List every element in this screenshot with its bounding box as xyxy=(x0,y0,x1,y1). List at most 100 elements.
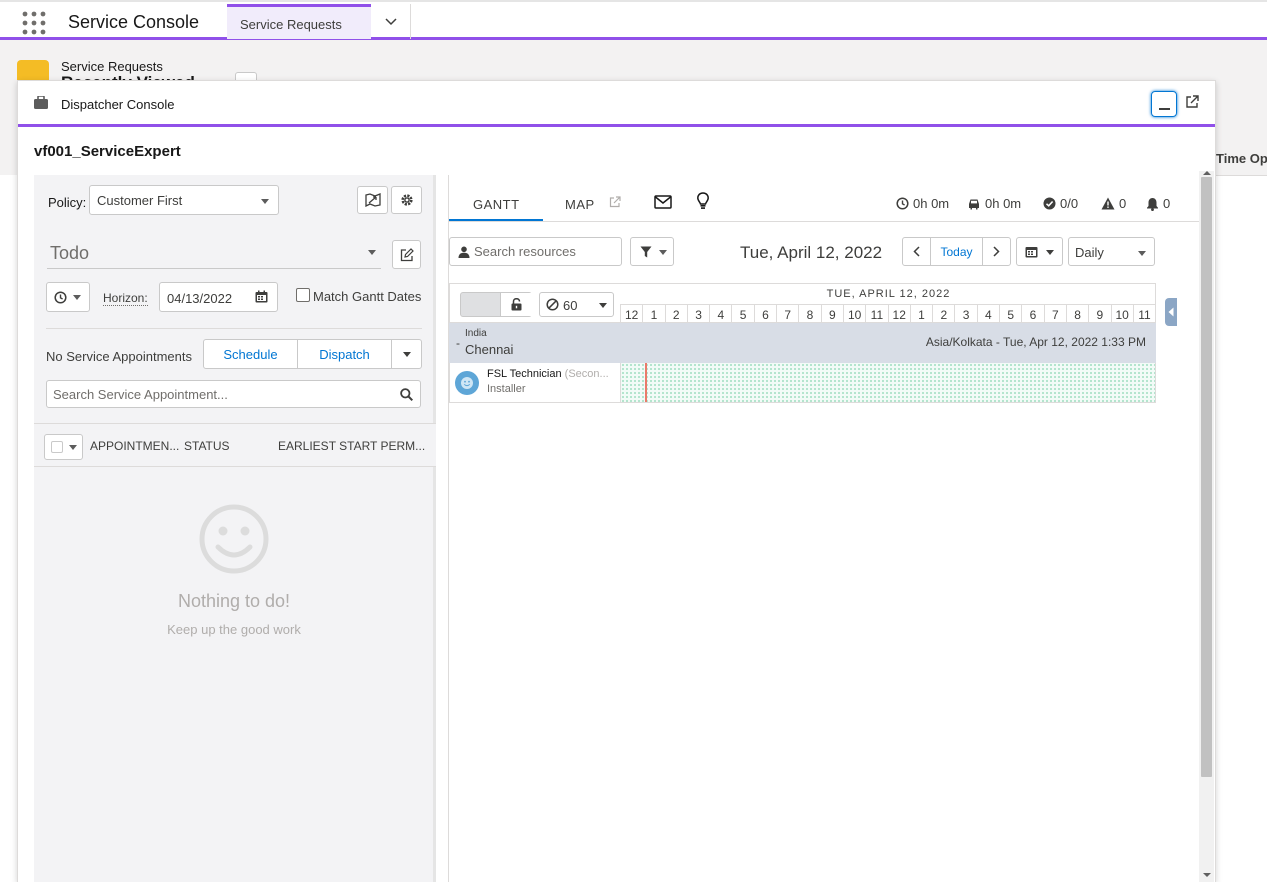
lock-button[interactable] xyxy=(500,293,532,316)
resource-row[interactable]: FSL Technician (Secon... Installer xyxy=(449,363,1156,403)
hour-label: 8 xyxy=(799,305,822,323)
gear-icon xyxy=(400,194,413,206)
hour-label: 2 xyxy=(666,305,688,323)
zoom-value: 60 xyxy=(563,298,578,313)
console-title: vf001_ServiceExpert xyxy=(34,143,181,160)
resource-timeline[interactable] xyxy=(620,363,1155,402)
background-list-column xyxy=(1213,140,1267,882)
action-button-group: Schedule Dispatch xyxy=(203,339,422,369)
gantt-day-label: TUE, APRIL 12, 2022 xyxy=(826,288,951,300)
avatar[interactable] xyxy=(455,371,479,395)
horizon-date-input[interactable]: 04/13/2022 xyxy=(159,282,278,312)
stat-completed: 0/0 xyxy=(1043,196,1078,211)
stat-rule-violations-value: 0 xyxy=(1119,196,1127,211)
minimize-button[interactable] xyxy=(1151,91,1177,117)
schedule-button[interactable]: Schedule xyxy=(204,340,298,368)
today-button[interactable]: Today xyxy=(931,245,982,259)
caret-down-icon xyxy=(403,352,411,357)
region-group-row[interactable]: - India Chennai Asia/Kolkata - Tue, Apr … xyxy=(449,323,1156,363)
hour-label: 3 xyxy=(955,305,978,323)
email-icon[interactable] xyxy=(654,195,672,209)
select-all-checkbox[interactable] xyxy=(44,434,83,460)
next-day-button[interactable] xyxy=(982,238,1010,265)
tab-map[interactable]: MAP xyxy=(565,197,595,212)
scroll-up-arrow-icon[interactable] xyxy=(1203,171,1211,175)
hour-label: 9 xyxy=(822,305,844,323)
check-circle-icon xyxy=(1043,197,1056,210)
resource-search-input[interactable]: Search resources xyxy=(449,237,622,266)
region-timezone: Asia/Kolkata - Tue, Apr 12, 2022 1:33 PM xyxy=(925,335,1146,349)
block-icon xyxy=(546,298,559,311)
map-policy-button[interactable] xyxy=(357,186,388,214)
previous-day-button[interactable] xyxy=(903,238,931,265)
vertical-scrollbar[interactable] xyxy=(1199,171,1214,882)
caret-down-icon xyxy=(1046,250,1054,255)
gantt-view-select[interactable]: Daily xyxy=(1068,237,1155,266)
collapse-side-panel-button[interactable] xyxy=(1165,298,1177,326)
column-header-appointment[interactable]: APPOINTMEN... xyxy=(90,439,179,453)
hour-label: 5 xyxy=(1000,305,1023,323)
tab-gantt[interactable]: GANTT xyxy=(473,197,520,212)
match-gantt-dates-label: Match Gantt Dates xyxy=(313,289,422,304)
date-picker-button[interactable] xyxy=(1016,237,1063,266)
user-icon xyxy=(458,246,470,258)
appointment-count-text: No Service Appointments xyxy=(46,349,192,364)
match-gantt-dates-checkbox[interactable] xyxy=(296,288,310,302)
stat-scheduled-time-value: 0h 0m xyxy=(913,196,950,211)
divider xyxy=(46,328,422,329)
hour-label: 12 xyxy=(889,305,911,323)
list-filter-select[interactable]: Todo xyxy=(47,235,381,269)
external-link-icon[interactable] xyxy=(609,196,621,208)
hour-label: 2 xyxy=(933,305,956,323)
policy-select[interactable]: Customer First xyxy=(89,185,279,215)
external-link-icon xyxy=(1186,95,1199,108)
collapse-toggle[interactable]: - xyxy=(456,336,460,350)
stat-completed-value: 0/0 xyxy=(1060,196,1079,211)
time-filter-button[interactable] xyxy=(46,282,90,312)
zoom-select[interactable]: 60 xyxy=(539,292,614,317)
appointment-search-placeholder: Search Service Appointment... xyxy=(53,387,228,402)
search-icon xyxy=(400,388,413,401)
hour-label: 8 xyxy=(1067,305,1090,323)
popout-button[interactable] xyxy=(1185,95,1199,109)
column-header-status[interactable]: STATUS xyxy=(184,439,230,453)
resource-name[interactable]: FSL Technician (Secon... xyxy=(487,368,609,380)
caret-down-icon xyxy=(659,250,667,255)
gantt-panel: GANTT MAP 0h 0m 0h 0m 0/0 0 0 Search res… xyxy=(448,175,1201,882)
caret-down-icon xyxy=(368,250,376,255)
console-body: vf001_ServiceExpert Policy: Customer Fir… xyxy=(18,127,1215,882)
horizon-label: Horizon: xyxy=(103,291,148,306)
lock-toggle-group[interactable] xyxy=(460,292,532,317)
column-header-time-open[interactable]: Time Open xyxy=(1213,140,1267,176)
scroll-down-arrow-icon[interactable] xyxy=(1203,873,1211,877)
nav-tab-service-requests[interactable]: Service Requests xyxy=(227,4,371,39)
column-header-earliest-start[interactable]: EARLIEST START PERM... xyxy=(278,439,425,453)
hour-label: 7 xyxy=(777,305,800,323)
clock-icon xyxy=(54,291,67,304)
empty-state-subtitle: Keep up the good work xyxy=(167,622,301,637)
scrollbar-thumb[interactable] xyxy=(1201,177,1212,777)
calendar-icon[interactable] xyxy=(255,290,268,303)
hour-label: 1 xyxy=(643,305,666,323)
horizon-value: 04/13/2022 xyxy=(167,291,233,306)
hour-label: 11 xyxy=(1134,305,1157,323)
edit-icon xyxy=(400,247,414,261)
settings-button[interactable] xyxy=(391,186,422,214)
caret-down-icon xyxy=(1138,251,1146,256)
checkbox-box[interactable] xyxy=(51,441,63,453)
lightbulb-icon[interactable] xyxy=(697,192,709,210)
list-filter-value: Todo xyxy=(50,243,90,263)
appointment-list-panel: Policy: Customer First Todo Horizon: 04/… xyxy=(34,175,436,882)
more-actions-button[interactable] xyxy=(392,340,422,368)
app-launcher-icon[interactable] xyxy=(22,11,46,35)
object-label: Service Requests xyxy=(61,59,163,74)
dispatch-button[interactable]: Dispatch xyxy=(298,340,392,368)
nav-tab-menu-button[interactable] xyxy=(371,4,411,39)
hour-label: 5 xyxy=(732,305,755,323)
edit-filter-button[interactable] xyxy=(392,240,421,269)
hour-label: 6 xyxy=(1022,305,1045,323)
warning-icon xyxy=(1101,197,1115,210)
resource-filter-button[interactable] xyxy=(630,237,674,266)
appointment-search-input[interactable]: Search Service Appointment... xyxy=(46,380,421,408)
hour-label: 10 xyxy=(844,305,867,323)
